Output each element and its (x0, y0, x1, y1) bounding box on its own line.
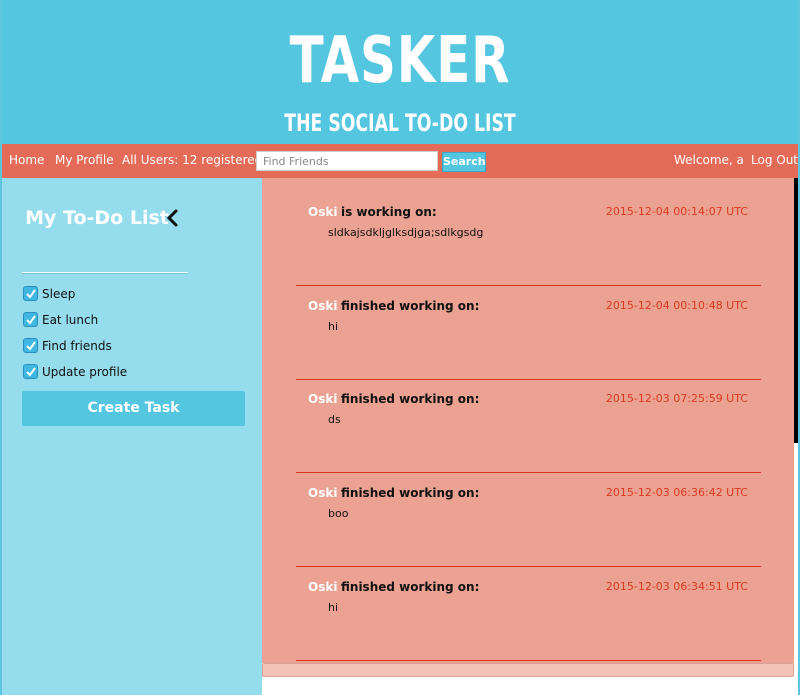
feed-divider (296, 660, 761, 661)
search-button[interactable]: Search (442, 152, 486, 172)
horizontal-scrollbar[interactable] (262, 663, 794, 677)
feed-action: finished working on: (341, 486, 480, 500)
feed-username[interactable]: Oski (308, 299, 337, 313)
feed-action: finished working on: (341, 299, 480, 313)
checkbox-checked-icon[interactable] (23, 312, 38, 327)
sidebar-title: My To-Do List (25, 207, 169, 229)
feed-task: sldkajsdkljglksdjga;sdlkgsdg (328, 226, 484, 239)
sidebar-bottom (2, 690, 262, 695)
navbar: Home My Profile All Users: 12 registered… (0, 144, 800, 178)
nav-my-profile-link[interactable]: My Profile (55, 153, 114, 167)
chevron-left-icon[interactable] (164, 206, 182, 230)
todo-label: Sleep (42, 287, 76, 301)
logout-link[interactable]: Log Out (751, 153, 798, 167)
feed-item: Oski finished working on: 2015-12-03 06:… (262, 553, 794, 661)
feed-timestamp: 2015-12-03 06:36:42 UTC (605, 486, 748, 499)
checkbox-checked-icon[interactable] (23, 338, 38, 353)
activity-feed: Oski is working on: 2015-12-04 00:14:07 … (262, 178, 794, 663)
welcome-text: Welcome, a (674, 153, 744, 167)
feed-username[interactable]: Oski (308, 392, 337, 406)
vertical-scrollbar[interactable] (794, 178, 800, 443)
feed-timestamp: 2015-12-04 00:10:48 UTC (605, 299, 748, 312)
sidebar-divider (22, 272, 188, 274)
feed-item: Oski is working on: 2015-12-04 00:14:07 … (262, 178, 794, 286)
feed-timestamp: 2015-12-03 07:25:59 UTC (605, 392, 748, 405)
feed-task: hi (328, 320, 339, 333)
site-header: TASKER THE SOCIAL TO-DO LIST (0, 0, 800, 144)
checkbox-checked-icon[interactable] (23, 364, 38, 379)
feed-username[interactable]: Oski (308, 580, 337, 594)
checkbox-checked-icon[interactable] (23, 286, 38, 301)
nav-home-link[interactable]: Home (9, 153, 44, 167)
feed-item: Oski finished working on: 2015-12-03 06:… (262, 459, 794, 567)
feed-item: Oski finished working on: 2015-12-03 07:… (262, 365, 794, 473)
feed-action: finished working on: (341, 580, 480, 594)
feed-timestamp: 2015-12-03 06:34:51 UTC (605, 580, 748, 593)
feed-timestamp: 2015-12-04 00:14:07 UTC (605, 205, 748, 218)
todo-label: Eat lunch (42, 313, 99, 327)
feed-task: hi (328, 601, 339, 614)
todo-label: Find friends (42, 339, 112, 353)
create-task-button[interactable]: Create Task (22, 391, 245, 426)
todo-sidebar: My To-Do List Sleep Eat lunch Find frien… (2, 178, 262, 690)
feed-username[interactable]: Oski (308, 205, 337, 219)
feed-item: Oski finished working on: 2015-12-04 00:… (262, 272, 794, 380)
feed-username[interactable]: Oski (308, 486, 337, 500)
logo-subtitle: THE SOCIAL TO-DO LIST (284, 109, 516, 137)
find-friends-input[interactable] (256, 151, 438, 171)
feed-action: is working on: (341, 205, 437, 219)
feed-task: boo (328, 507, 349, 520)
logo-title: TASKER (289, 24, 511, 98)
feed-action: finished working on: (341, 392, 480, 406)
nav-all-users-link[interactable]: All Users: 12 registered (122, 153, 262, 167)
todo-label: Update profile (42, 365, 128, 379)
feed-task: ds (328, 413, 341, 426)
